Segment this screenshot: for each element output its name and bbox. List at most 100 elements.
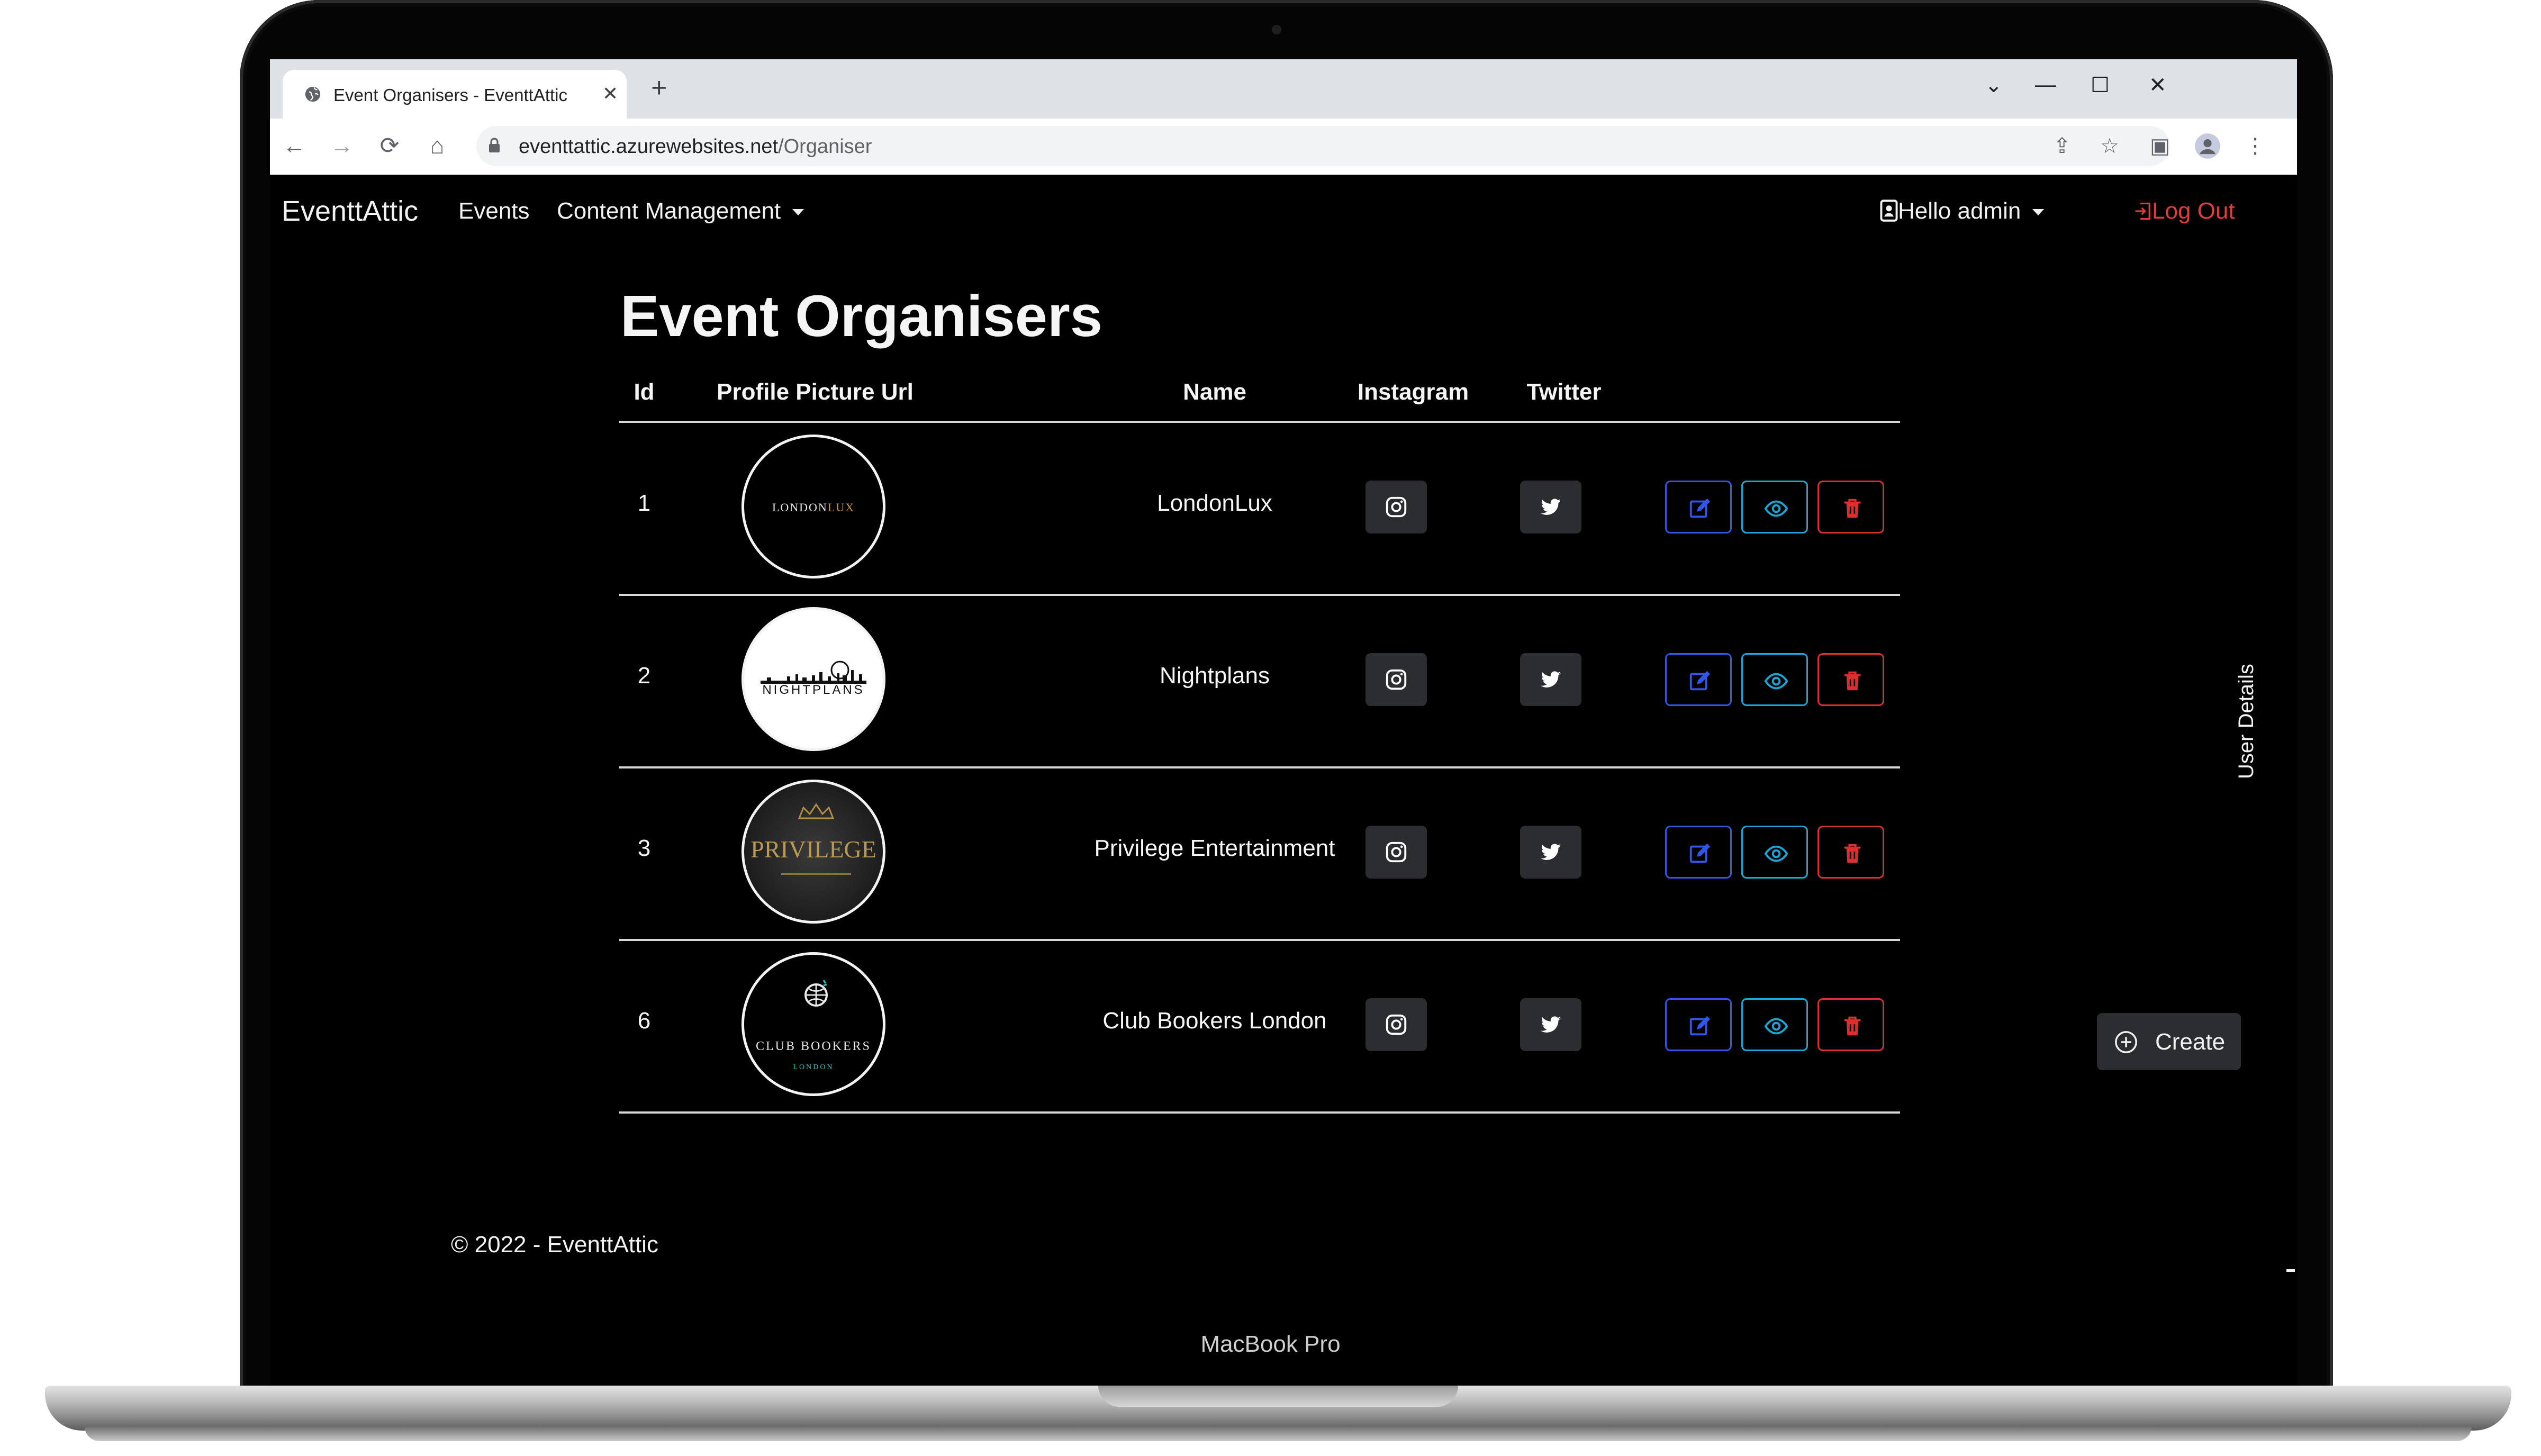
side-panel-icon[interactable]: ▣ <box>2146 132 2174 160</box>
create-button[interactable]: Create <box>2097 1013 2241 1070</box>
delete-button[interactable] <box>1817 653 1884 706</box>
edit-icon <box>1689 498 1711 518</box>
instagram-button[interactable] <box>1366 481 1427 533</box>
view-button[interactable] <box>1741 998 1808 1051</box>
instagram-icon <box>1386 1014 1407 1035</box>
logout-link[interactable]: Log Out <box>2134 198 2235 224</box>
row-divider <box>619 1111 1900 1114</box>
twitter-icon <box>1540 671 1561 688</box>
minimize-button[interactable]: — <box>2035 73 2056 97</box>
new-tab-button[interactable]: + <box>651 74 667 102</box>
logout-icon <box>2135 202 2150 220</box>
column-header-instagram: Instagram <box>1357 379 1469 405</box>
footer-copyright: © 2022 - EventtAttic <box>451 1232 658 1258</box>
instagram-icon <box>1386 496 1407 518</box>
edit-button[interactable] <box>1665 481 1732 533</box>
menu-kebab-icon[interactable]: ⋮ <box>2241 132 2269 160</box>
edit-icon <box>1689 671 1711 691</box>
row-id: 1 <box>637 490 651 516</box>
logo-privilege: PRIVILEGE <box>750 836 876 863</box>
scroll-indicator <box>2286 1269 2295 1272</box>
bookmark-star-icon[interactable]: ☆ <box>2096 132 2123 160</box>
url-path: /Organiser <box>778 135 872 158</box>
crown-ornament <box>798 803 835 819</box>
twitter-icon <box>1540 1016 1561 1033</box>
organiser-avatar: LONDONLUX <box>741 435 885 578</box>
brand-link[interactable]: EventtAttic <box>282 195 418 228</box>
url-text: eventtattic.azurewebsites.net/Organiser <box>519 135 872 158</box>
row-divider <box>619 594 1900 596</box>
eye-icon <box>1764 673 1788 690</box>
screen: Event Organisers - EventtAttic ✕ + ⌄ — ☐… <box>270 59 2297 1385</box>
user-details-tab[interactable]: User Details <box>2235 664 2258 779</box>
delete-button[interactable] <box>1817 481 1884 533</box>
tab-close-icon[interactable]: ✕ <box>602 83 618 105</box>
edit-button[interactable] <box>1665 998 1732 1051</box>
tab-search-icon[interactable]: ⌄ <box>1985 73 2003 97</box>
edit-icon <box>1689 1016 1711 1036</box>
nav-content-management[interactable]: Content Management <box>557 198 804 224</box>
twitter-button[interactable] <box>1520 826 1581 879</box>
trash-icon <box>1844 671 1861 691</box>
browser-toolbar: ← → ⟳ ⌂ eventtattic.azurewebsites.net/Or… <box>270 119 2297 175</box>
trash-icon <box>1844 499 1861 518</box>
twitter-button[interactable] <box>1520 998 1581 1051</box>
trash-icon <box>1844 844 1861 863</box>
twitter-icon <box>1540 499 1561 515</box>
maximize-button[interactable]: ☐ <box>2091 73 2110 97</box>
home-button[interactable]: ⌂ <box>423 132 451 160</box>
table-header-divider <box>619 421 1900 423</box>
chevron-down-icon <box>2032 209 2045 216</box>
organiser-avatar: PRIVILEGE <box>741 780 885 924</box>
view-button[interactable] <box>1741 826 1808 879</box>
tab-title: Event Organisers - EventtAttic <box>333 85 568 105</box>
ornament-divider <box>781 873 851 875</box>
row-id: 6 <box>637 1008 651 1034</box>
close-window-button[interactable]: ✕ <box>2149 73 2167 97</box>
camera <box>1272 25 1281 34</box>
logout-label: Log Out <box>2152 198 2235 224</box>
row-id: 2 <box>637 663 651 689</box>
organiser-name: Nightplans <box>1160 663 1270 689</box>
instagram-button[interactable] <box>1366 653 1427 706</box>
instagram-icon <box>1386 669 1407 690</box>
trash-icon <box>1844 1016 1861 1036</box>
logo-clubbookers-sub: LONDON <box>793 1063 834 1071</box>
edit-icon <box>1689 843 1711 863</box>
address-bar[interactable]: eventtattic.azurewebsites.net/Organiser <box>476 126 2170 166</box>
instagram-icon <box>1386 842 1407 863</box>
forward-button[interactable]: → <box>328 132 356 160</box>
column-header-id: Id <box>634 379 655 405</box>
profile-avatar-icon[interactable] <box>2194 132 2221 160</box>
eye-icon <box>1764 1018 1788 1035</box>
delete-button[interactable] <box>1817 826 1884 879</box>
eye-icon <box>1764 845 1788 862</box>
column-header-name: Name <box>1183 379 1246 405</box>
twitter-button[interactable] <box>1520 653 1581 706</box>
reload-button[interactable]: ⟳ <box>376 132 403 160</box>
column-header-profile-picture: Profile Picture Url <box>717 379 914 405</box>
view-button[interactable] <box>1741 481 1808 533</box>
page-title: Event Organisers <box>620 284 1102 349</box>
instagram-button[interactable] <box>1366 998 1427 1051</box>
twitter-icon <box>1540 844 1561 860</box>
logo-nightplans: NIGHTPLANS <box>762 683 865 697</box>
organiser-name: LondonLux <box>1157 490 1272 516</box>
browser-tab[interactable]: Event Organisers - EventtAttic ✕ <box>283 70 627 119</box>
edit-button[interactable] <box>1665 826 1732 879</box>
nav-content-management-label: Content Management <box>557 198 781 224</box>
nav-events[interactable]: Events <box>458 198 530 224</box>
view-button[interactable] <box>1741 653 1808 706</box>
user-menu[interactable]: Hello admin <box>1880 198 2045 224</box>
edit-button[interactable] <box>1665 653 1732 706</box>
share-icon[interactable]: ⇪ <box>2048 132 2076 160</box>
twitter-button[interactable] <box>1520 481 1581 533</box>
delete-button[interactable] <box>1817 998 1884 1051</box>
organiser-avatar: CLUB BOOKERS LONDON <box>741 952 885 1096</box>
globe-icon <box>305 86 321 102</box>
instagram-button[interactable] <box>1366 826 1427 879</box>
column-header-twitter: Twitter <box>1526 379 1602 405</box>
organiser-avatar: NIGHTPLANS <box>741 607 885 751</box>
logo-londonlux: LONDONLUX <box>772 501 855 514</box>
back-button[interactable]: ← <box>281 132 308 160</box>
